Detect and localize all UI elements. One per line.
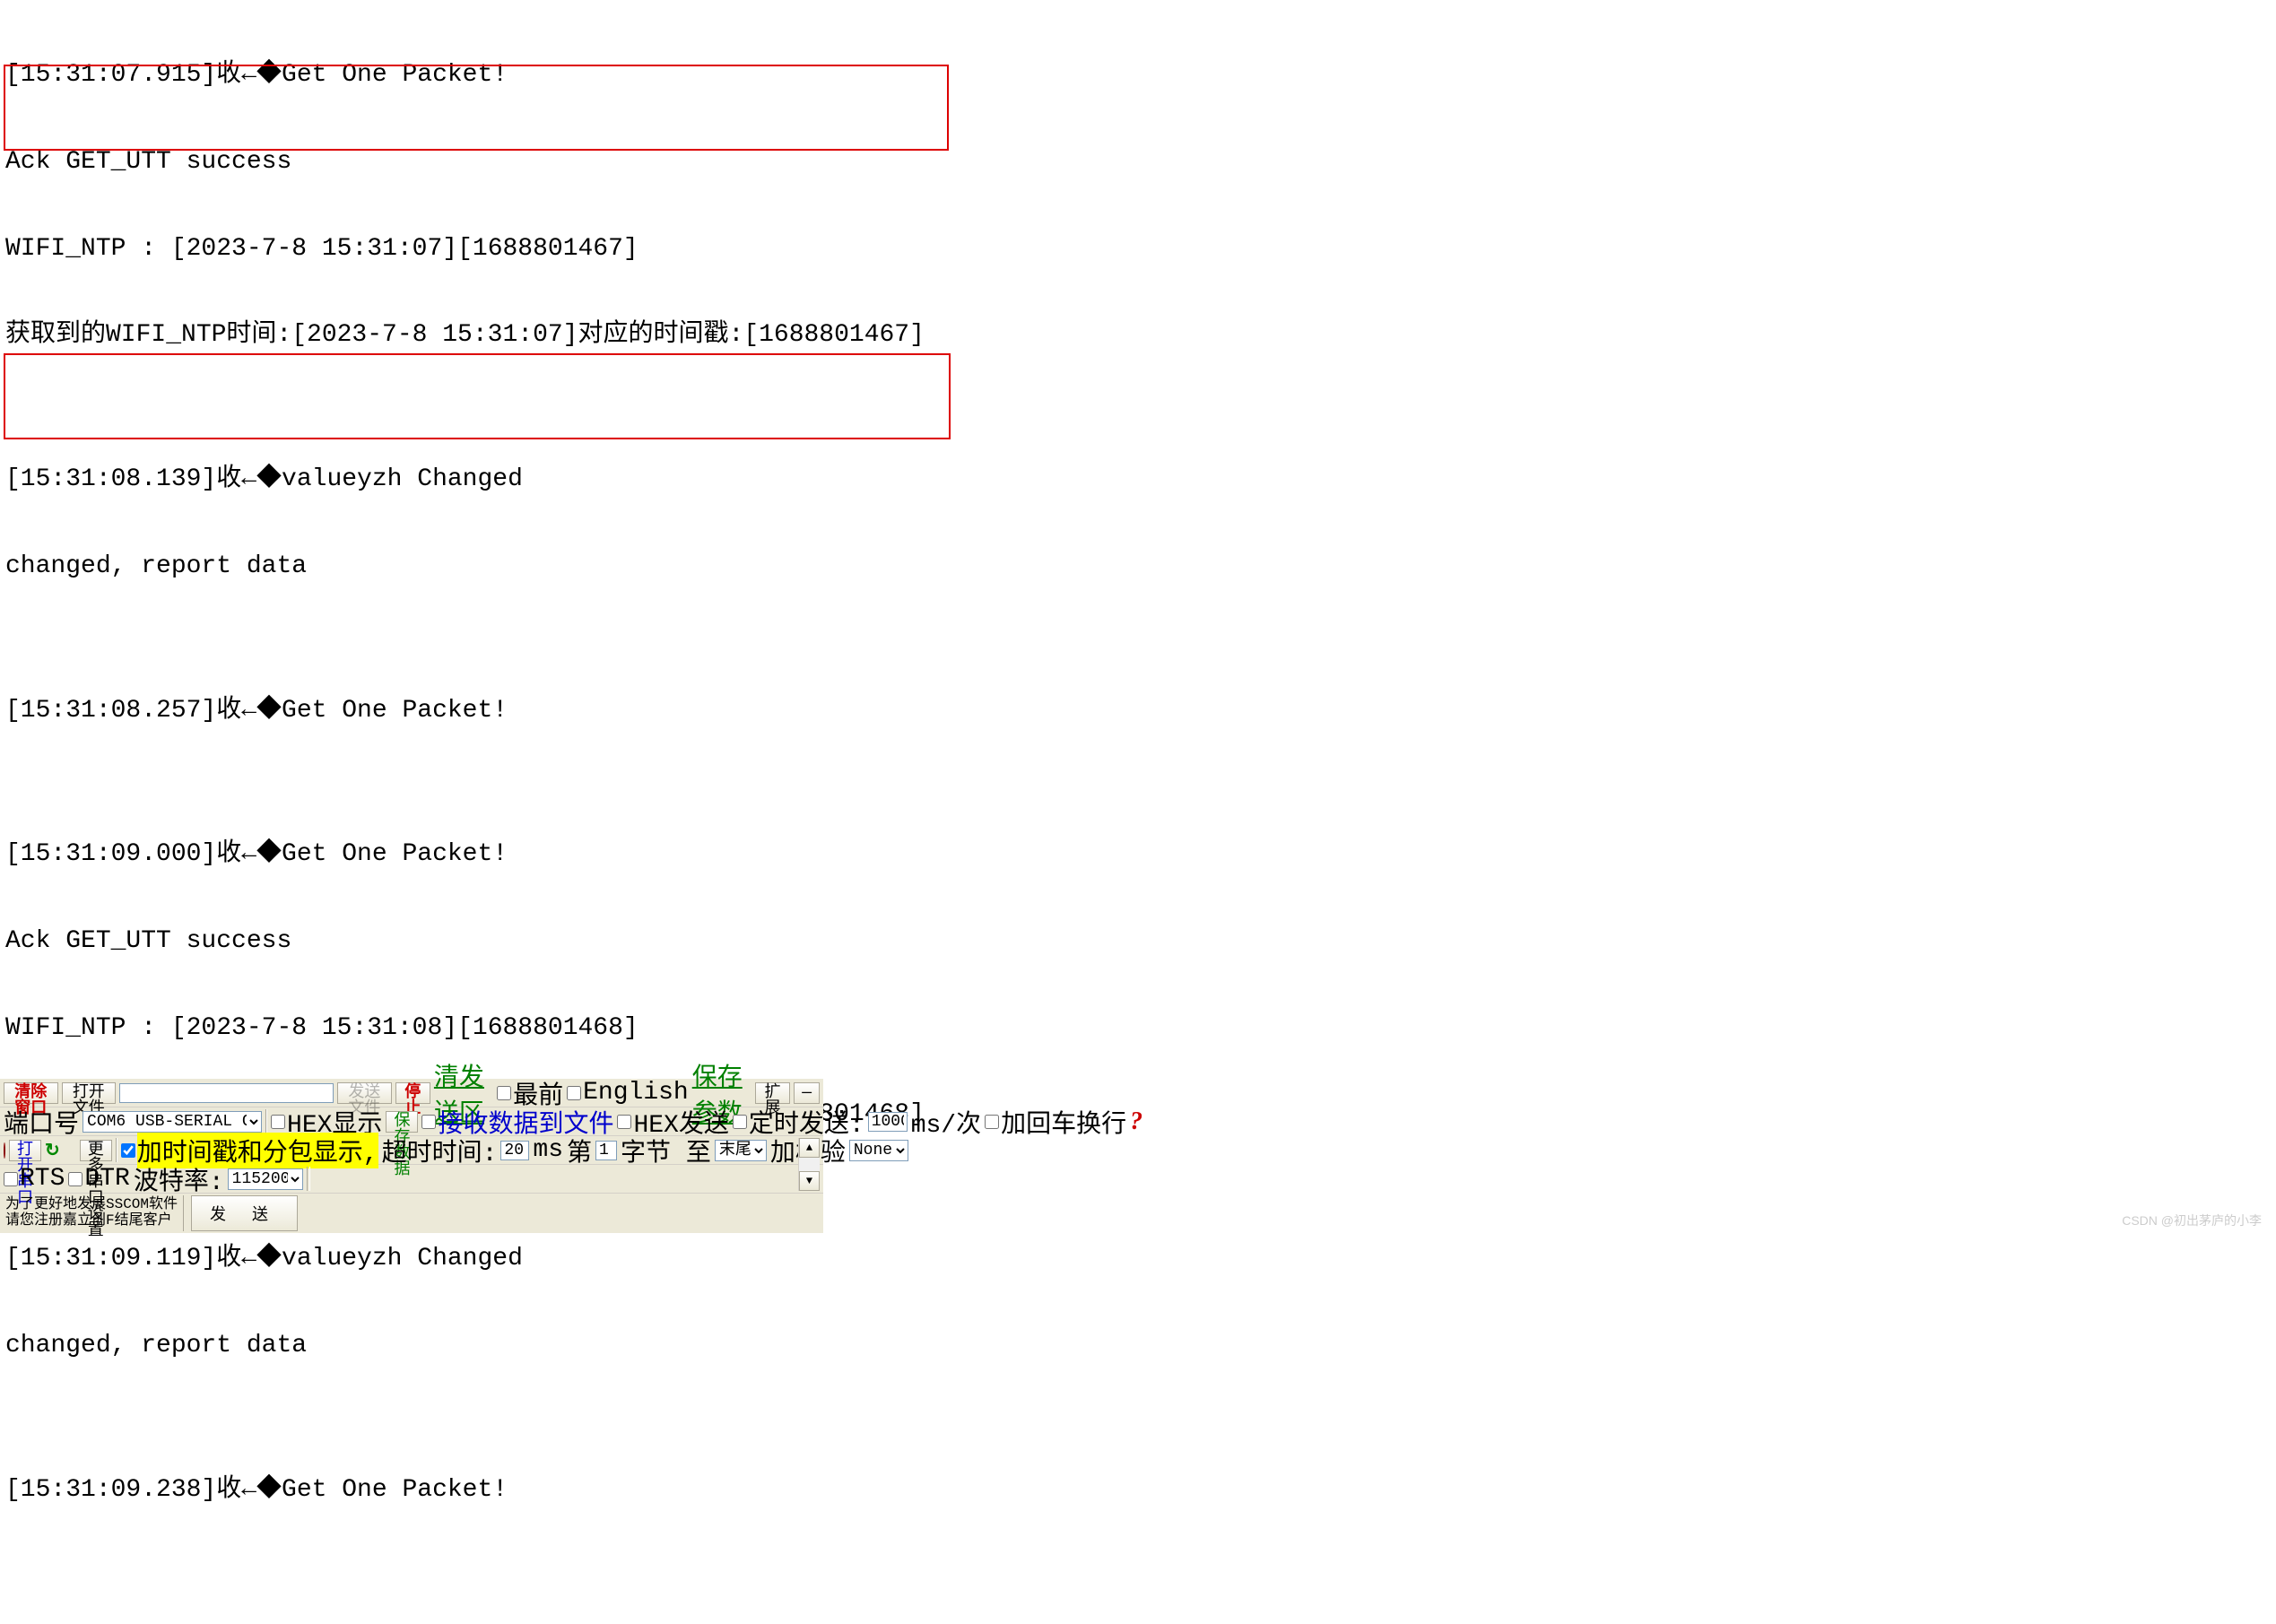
log-line: WIFI_NTP : [2023-7-8 15:31:07][168880146…: [5, 235, 2271, 264]
add-crlf-label: 加回车换行: [1001, 1104, 1126, 1140]
scroll-up-icon[interactable]: ▲: [799, 1138, 820, 1158]
timeout-unit: ms: [533, 1136, 563, 1164]
dtr-label: DTR: [84, 1165, 129, 1193]
more-settings-button[interactable]: 更多串口设置: [80, 1140, 112, 1161]
log-line: Ack GET_UTT success: [5, 148, 2271, 177]
open-port-button[interactable]: 打开串口: [9, 1140, 41, 1161]
end-combo[interactable]: 末尾: [715, 1140, 767, 1161]
baud-label: 波特率:: [134, 1161, 224, 1197]
timeout-value[interactable]: [500, 1141, 529, 1160]
baud-combo[interactable]: 115200: [228, 1168, 303, 1190]
timed-send-value[interactable]: [868, 1112, 908, 1132]
log-line: [15:31:09.119]收←◆valueyzh Changed: [5, 1245, 2271, 1273]
log-line: 获取到的WIFI_NTP时间:[2023-7-8 15:31:07]对应的时间戳…: [5, 321, 2271, 350]
status-text: 为了更好地发展SSCOM软件 请您注册嘉立创F结尾客户: [0, 1195, 184, 1230]
timeout-label: 超时时间:: [382, 1133, 498, 1168]
log-line: changed, report data: [5, 1332, 2271, 1360]
timed-send-unit: ms/次: [911, 1104, 981, 1140]
open-file-button[interactable]: 打开文件: [62, 1082, 117, 1104]
recv-to-file-checkbox[interactable]: [421, 1115, 436, 1129]
toolbar-row-3: 打开串口 ↻ 更多串口设置 加时间戳和分包显示, 超时时间: ms 第 字节 至…: [0, 1136, 823, 1165]
toolbar-row-4: RTS DTR 波特率: 115200 ▲ ▼: [0, 1165, 823, 1194]
log-line: [15:31:07.915]收←◆Get One Packet!: [5, 61, 2271, 90]
file-path-input[interactable]: [119, 1083, 334, 1103]
log-line: WIFI_NTP : [2023-7-8 15:31:08][168880146…: [5, 1014, 2271, 1043]
hex-display-checkbox[interactable]: [271, 1115, 285, 1129]
check-combo[interactable]: None: [849, 1140, 908, 1161]
toolbar: 清除窗口 打开文件 发送文件 停止 清发送区 最前 English 保存参数 扩…: [0, 1079, 823, 1233]
status-line-1: 为了更好地发展SSCOM软件: [5, 1197, 178, 1213]
scroll-down-icon[interactable]: ▼: [799, 1171, 820, 1191]
log-line: [15:31:09.000]收←◆Get One Packet!: [5, 840, 2271, 869]
dtr-checkbox[interactable]: [68, 1172, 83, 1186]
add-crlf-checkbox[interactable]: [985, 1115, 999, 1129]
log-line: changed, report data: [5, 552, 2271, 581]
on-top-checkbox[interactable]: [497, 1086, 511, 1100]
watermark: CSDN @初出茅庐的小李: [2122, 1211, 2262, 1229]
byte-to-label: 字节 至: [621, 1133, 711, 1168]
rts-label: RTS: [20, 1165, 65, 1193]
record-icon: [4, 1142, 5, 1159]
highlight-box-2: [4, 353, 951, 439]
refresh-icon[interactable]: ↻: [45, 1142, 60, 1159]
clear-window-button[interactable]: 清除窗口: [4, 1082, 58, 1104]
send-scrollbar[interactable]: ▲ ▼: [798, 1138, 820, 1191]
log-line: [15:31:08.139]收←◆valueyzh Changed: [5, 465, 2271, 494]
rts-checkbox[interactable]: [4, 1172, 18, 1186]
hex-send-checkbox[interactable]: [617, 1115, 631, 1129]
send-file-button[interactable]: 发送文件: [337, 1082, 392, 1104]
help-icon[interactable]: ?: [1130, 1107, 1142, 1136]
port-label: 端口号: [4, 1104, 79, 1140]
log-line: [15:31:08.257]收←◆Get One Packet!: [5, 697, 2271, 725]
english-label: English: [583, 1079, 689, 1107]
stop-button[interactable]: 停止: [395, 1082, 430, 1104]
port-combo[interactable]: COM6 USB-SERIAL CH340: [83, 1111, 262, 1133]
status-line-2: 请您注册嘉立创F结尾客户: [5, 1213, 178, 1229]
nth-value[interactable]: [595, 1141, 617, 1160]
send-button[interactable]: 发 送: [191, 1195, 298, 1231]
log-output: [15:31:07.915]收←◆Get One Packet! Ack GET…: [0, 0, 2276, 1624]
log-line: [15:31:09.238]收←◆Get One Packet!: [5, 1476, 2271, 1505]
expand-button[interactable]: 扩展: [755, 1082, 790, 1104]
log-line: Ack GET_UTT success: [5, 927, 2271, 956]
nth-label: 第: [567, 1133, 592, 1168]
timestamp-split-checkbox[interactable]: [121, 1143, 135, 1158]
save-data-button[interactable]: 保存数据: [386, 1111, 418, 1133]
timed-send-checkbox[interactable]: [733, 1115, 747, 1129]
minus-button[interactable]: —: [794, 1082, 820, 1104]
english-checkbox[interactable]: [567, 1086, 581, 1100]
status-row: 为了更好地发展SSCOM软件 请您注册嘉立创F结尾客户 发 送: [0, 1194, 823, 1233]
